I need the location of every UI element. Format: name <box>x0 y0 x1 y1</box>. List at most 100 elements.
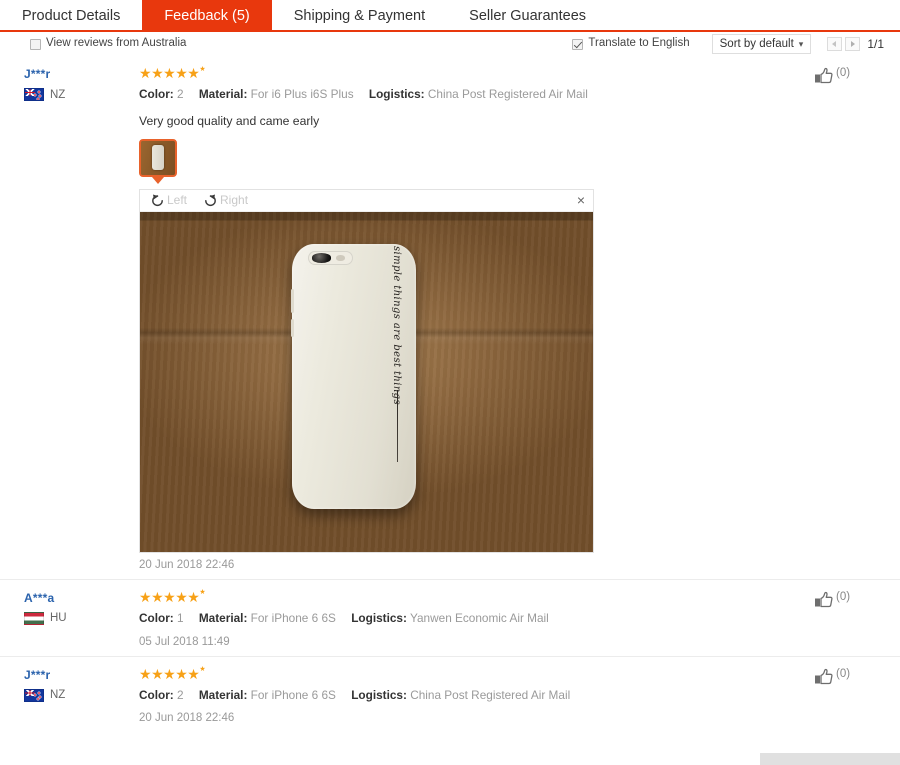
thumbs-up-icon <box>815 591 833 608</box>
star-icon: ★ <box>187 665 200 682</box>
translate-to-english-label: Translate to English <box>588 37 690 50</box>
attr-logistics-value: China Post Registered Air Mail <box>410 687 571 702</box>
reviewer-name[interactable]: J***r <box>24 668 139 682</box>
review-item: J***r NZ ★ ★ ★ ★ ★ ★ Color: 2 Material: … <box>0 56 900 580</box>
attr-color-value: 2 <box>177 687 184 702</box>
rotate-left-label: Left <box>167 193 188 208</box>
horizontal-scrollbar[interactable] <box>0 753 900 765</box>
star-icon: ★ <box>187 65 200 81</box>
helpful-count: (0) <box>836 667 851 680</box>
star-fragment-icon: ★ <box>199 65 206 73</box>
star-icon: ★ <box>139 665 152 682</box>
page-indicator: 1/1 <box>867 37 884 51</box>
attr-color-value: 1 <box>177 610 184 625</box>
flag-hu-icon <box>24 611 44 625</box>
checkbox-box-translate[interactable] <box>572 38 584 50</box>
attr-color-label: Color: <box>139 87 174 101</box>
tab-feedback[interactable]: Feedback (5) <box>142 0 272 32</box>
country-code: HU <box>50 612 67 625</box>
thumbs-up-icon <box>815 668 833 684</box>
star-icon: ★ <box>163 665 176 682</box>
rotate-right-icon <box>205 194 216 207</box>
attr-logistics: Logistics: Yanwen Economic Air Mail <box>351 611 549 625</box>
attr-material: Material: For i6 Plus i6S Plus <box>199 87 357 101</box>
review-item: J***r NZ ★ ★ ★ ★ ★ ★ Color: 2 Material: … <box>0 657 900 733</box>
attr-logistics-value: China Post Registered Air Mail <box>427 87 588 101</box>
helpful-button[interactable]: (0) <box>814 667 884 725</box>
helpful-button[interactable]: (0) <box>814 590 884 648</box>
attr-logistics: Logistics: China Post Registered Air Mai… <box>369 87 588 101</box>
star-fragment-icon: ★ <box>199 589 206 597</box>
sort-dropdown-label: Sort by default <box>719 38 794 50</box>
thumbs-up-icon <box>815 67 833 84</box>
review-body: ★ ★ ★ ★ ★ ★ Color: 2 Material: For iPhon… <box>139 665 814 724</box>
review-attributes: Color: 2 Material: For iPhone 6 6S Logis… <box>139 687 804 705</box>
flag-nz-icon <box>24 688 44 702</box>
attr-color-value: 2 <box>177 87 184 101</box>
photo-viewer: Left Right × simple things are best thin… <box>139 188 594 553</box>
star-icon: ★ <box>139 65 152 81</box>
scrollbar-thumb[interactable] <box>760 753 900 765</box>
thumbnail-selected-arrow-icon <box>152 176 164 184</box>
tab-seller-guarantees[interactable]: Seller Guarantees <box>447 0 608 32</box>
review-photo-thumbnail[interactable] <box>139 138 177 177</box>
chevron-down-icon: ▾ <box>798 38 804 49</box>
review-item: A***a HU ★ ★ ★ ★ ★ ★ Color: 1 Material: … <box>0 580 900 657</box>
sort-dropdown[interactable]: Sort by default ▾ <box>711 34 812 54</box>
review-date: 05 Jul 2018 11:49 <box>139 635 230 648</box>
attr-material: Material: For iPhone 6 6S <box>199 688 339 702</box>
rating-stars: ★ ★ ★ ★ ★ ★ <box>139 65 804 81</box>
flag-nz-icon <box>24 88 44 101</box>
reviewer-info: A***a HU <box>24 590 139 648</box>
rotate-right-button[interactable]: Right <box>203 193 248 208</box>
view-local-reviews-checkbox[interactable]: View reviews from Australia <box>30 38 186 50</box>
star-icon: ★ <box>175 65 188 81</box>
reviewer-name[interactable]: A***a <box>24 591 139 605</box>
attr-color: Color: 2 <box>139 688 187 702</box>
reviewer-country: NZ <box>24 688 139 702</box>
tab-product-details[interactable]: Product Details <box>0 0 142 32</box>
photo-caption-text: simple things are best things <box>390 246 402 406</box>
helpful-count: (0) <box>836 67 851 79</box>
pagination: 1/1 <box>827 37 884 51</box>
reviewer-name[interactable]: J***r <box>24 67 139 81</box>
attr-logistics: Logistics: China Post Registered Air Mai… <box>351 688 570 702</box>
attr-color: Color: 1 <box>139 611 187 625</box>
reviewer-info: J***r NZ <box>24 667 139 725</box>
close-icon[interactable]: × <box>577 193 585 207</box>
attr-material-value: For iPhone 6 6S <box>250 610 336 625</box>
reviewer-country: HU <box>24 611 139 625</box>
review-list: J***r NZ ★ ★ ★ ★ ★ ★ Color: 2 Material: … <box>0 56 900 732</box>
star-icon: ★ <box>163 65 176 81</box>
attr-color: Color: 2 <box>139 87 187 101</box>
star-icon: ★ <box>139 588 152 605</box>
tab-shipping-payment[interactable]: Shipping & Payment <box>272 0 447 32</box>
checkbox-box-local[interactable] <box>30 38 41 50</box>
attr-logistics-label: Logistics: <box>351 687 407 702</box>
photo-viewer-toolbar: Left Right × <box>140 189 593 212</box>
review-date: 20 Jun 2018 22:46 <box>139 558 235 571</box>
attr-material-label: Material: <box>198 687 248 702</box>
review-attributes: Color: 2 Material: For i6 Plus i6S Plus … <box>139 86 804 104</box>
prev-page-button[interactable] <box>827 37 843 51</box>
translate-to-english-checkbox[interactable]: Translate to English <box>572 37 690 50</box>
attr-color-label: Color: <box>139 687 174 702</box>
star-icon: ★ <box>163 588 176 605</box>
star-icon: ★ <box>175 588 188 605</box>
attr-material-label: Material: <box>198 87 248 101</box>
review-text: Very good quality and came early <box>139 113 320 128</box>
reviewer-info: J***r NZ <box>24 66 139 571</box>
country-code: NZ <box>50 88 66 101</box>
attr-material-value: For iPhone 6 6S <box>250 687 336 702</box>
helpful-count: (0) <box>836 590 851 603</box>
next-page-button[interactable] <box>845 37 861 51</box>
helpful-button[interactable]: (0) <box>814 66 884 571</box>
thumbnail-wrapper <box>139 138 177 184</box>
review-photo[interactable]: simple things are best things <box>140 211 593 552</box>
attr-logistics-label: Logistics: <box>351 610 407 625</box>
attr-material-label: Material: <box>198 610 248 625</box>
feedback-toolbar: View reviews from Australia Translate to… <box>0 32 900 56</box>
rotate-left-button[interactable]: Left <box>150 193 187 208</box>
review-attributes: Color: 1 Material: For iPhone 6 6S Logis… <box>139 610 804 628</box>
star-icon: ★ <box>151 588 164 605</box>
